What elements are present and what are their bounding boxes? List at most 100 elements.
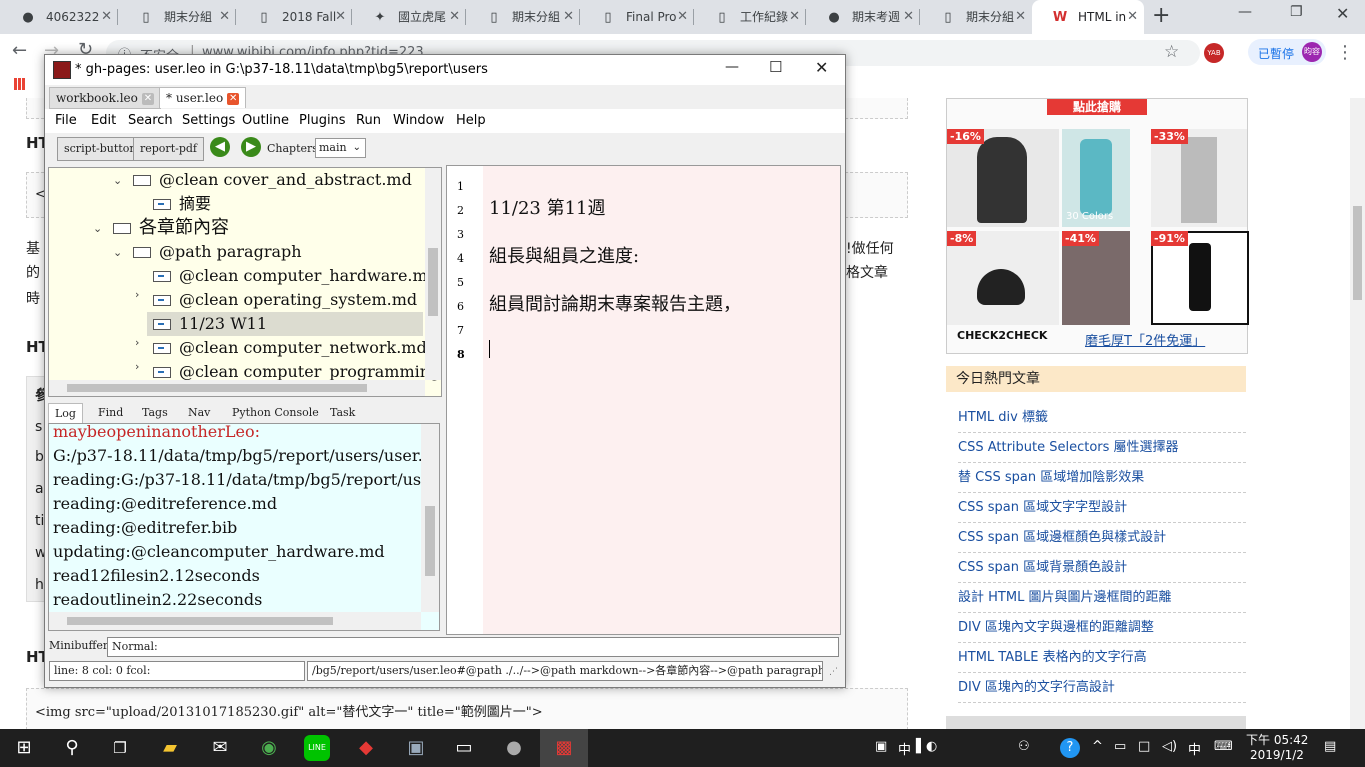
ime-mode-icon[interactable]: ▌◐ bbox=[916, 739, 937, 754]
close-window-icon[interactable]: ✕ bbox=[1336, 4, 1349, 23]
chevron-up-icon[interactable]: ^ bbox=[1092, 739, 1103, 754]
close-icon[interactable]: ✕ bbox=[141, 92, 154, 105]
outline-node[interactable]: @clean cover_and_abstract.md bbox=[133, 168, 412, 192]
chevron-right-icon[interactable]: › bbox=[135, 360, 139, 373]
log-pane[interactable]: maybeopeninanotherLeo: G:/p37-18.11/data… bbox=[48, 423, 440, 631]
menu-window[interactable]: Window bbox=[393, 113, 444, 128]
browser-tab[interactable]: ▯ 工作紀錄 ✕ bbox=[694, 0, 806, 34]
hot-article-link[interactable]: CSS span 區域邊框顏色與樣式設計 bbox=[958, 523, 1246, 553]
browser-tab[interactable]: ▯ 期末分組 ✕ bbox=[920, 0, 1032, 34]
log-hscrollbar[interactable] bbox=[49, 612, 421, 630]
search-icon[interactable]: ⚲ bbox=[58, 734, 86, 762]
notifications-icon[interactable]: ▤ bbox=[1324, 739, 1336, 754]
back-icon[interactable]: ← bbox=[12, 40, 27, 61]
file-explorer-icon[interactable]: ▰ bbox=[156, 734, 184, 762]
outline-node[interactable]: 各章節內容 bbox=[113, 216, 229, 240]
ad-banner[interactable] bbox=[946, 716, 1246, 729]
mail-icon[interactable]: ✉ bbox=[206, 734, 234, 762]
close-icon[interactable]: ✕ bbox=[789, 0, 800, 34]
menu-search[interactable]: Search bbox=[128, 113, 173, 128]
scrollbar-thumb[interactable] bbox=[67, 384, 367, 392]
menu-run[interactable]: Run bbox=[356, 113, 381, 128]
close-icon[interactable]: ✕ bbox=[1015, 0, 1026, 34]
new-tab-button[interactable]: + bbox=[1152, 3, 1170, 28]
hot-article-link[interactable]: 設計 HTML 圖片與圖片邊框間的距離 bbox=[958, 583, 1246, 613]
scrollbar-thumb[interactable] bbox=[425, 506, 435, 576]
minimize-icon[interactable]: — bbox=[1238, 4, 1252, 20]
report-pdf-button[interactable]: report-pdf bbox=[133, 137, 204, 161]
sphere-icon[interactable]: ● bbox=[500, 734, 528, 762]
app-gray-icon[interactable]: ▣ bbox=[402, 734, 430, 762]
apps-icon[interactable] bbox=[14, 78, 26, 90]
browser-tab[interactable]: ● 4062322 ✕ bbox=[0, 0, 118, 34]
chapters-select[interactable]: main ⌄ bbox=[315, 138, 366, 158]
menu-edit[interactable]: Edit bbox=[91, 113, 116, 128]
volume-icon[interactable]: ◁) bbox=[1162, 739, 1177, 754]
outline-node[interactable]: @clean computer_network.md bbox=[153, 336, 427, 360]
outline-node[interactable]: 摘要 bbox=[153, 192, 211, 216]
browser-tab-active[interactable]: W HTML in ✕ bbox=[1032, 0, 1144, 34]
leo-file-tab-active[interactable]: * user.leo ✕ bbox=[159, 87, 247, 108]
minimize-icon[interactable]: — bbox=[725, 59, 739, 75]
scrollbar-thumb[interactable] bbox=[67, 617, 333, 625]
minibuffer-input[interactable]: Normal: bbox=[107, 637, 839, 657]
outline-node-selected[interactable]: 11/23 W11 bbox=[153, 312, 267, 336]
forward-arrow-icon[interactable]: ▶ bbox=[241, 137, 261, 157]
outline-vscrollbar[interactable] bbox=[425, 168, 441, 380]
terminal-icon[interactable]: ▭ bbox=[450, 734, 478, 762]
chevron-down-icon[interactable]: ⌄ bbox=[113, 246, 122, 259]
page-scrollbar[interactable] bbox=[1350, 98, 1365, 729]
browser-tab[interactable]: ✦ 國立虎尾 ✕ bbox=[352, 0, 466, 34]
tab-log[interactable]: Log bbox=[48, 403, 83, 423]
monitor-icon[interactable]: □ bbox=[1138, 739, 1150, 754]
clock-date[interactable]: 2019/1/2 bbox=[1250, 748, 1304, 762]
close-icon[interactable]: ✕ bbox=[101, 0, 112, 34]
windows-start-icon[interactable]: ⊞ bbox=[10, 734, 38, 762]
browser-tab[interactable]: ▯ 期末分組 ✕ bbox=[118, 0, 236, 34]
ad-buy-button[interactable]: 點此搶購 bbox=[1047, 99, 1147, 115]
hot-article-link[interactable]: CSS Attribute Selectors 屬性選擇器 bbox=[958, 433, 1246, 463]
close-icon[interactable]: ✕ bbox=[677, 0, 688, 34]
scrollbar-thumb[interactable] bbox=[1353, 206, 1362, 300]
network-icon[interactable]: ▭ bbox=[1114, 739, 1126, 754]
chevron-right-icon[interactable]: › bbox=[135, 336, 139, 349]
hot-article-link[interactable]: DIV 區塊內的文字行高設計 bbox=[958, 673, 1246, 703]
clock-time[interactable]: 下午 05:42 bbox=[1246, 731, 1308, 748]
chevron-down-icon[interactable]: ⌄ bbox=[113, 174, 122, 187]
body-editor[interactable]: 1 2 3 4 5 6 7 8 11/23 第11週 組長與組員之進度: 組員間… bbox=[446, 165, 841, 635]
menu-file[interactable]: File bbox=[55, 113, 77, 128]
tab-find[interactable]: Find bbox=[92, 403, 129, 422]
close-icon[interactable]: ✕ bbox=[449, 0, 460, 34]
line-icon[interactable]: LINE bbox=[304, 735, 330, 761]
browser-tab[interactable]: ▯ 2018 Fall ✕ bbox=[236, 0, 352, 34]
chevron-down-icon[interactable]: ⌄ bbox=[93, 222, 102, 235]
restore-icon[interactable]: ❐ bbox=[1290, 4, 1303, 20]
close-icon[interactable]: ✕ bbox=[227, 92, 240, 105]
task-view-icon[interactable]: ❐ bbox=[106, 734, 134, 762]
paused-sync-button[interactable]: 已暫停 昀容 bbox=[1248, 39, 1326, 65]
ime-indicator[interactable]: 中 bbox=[898, 739, 911, 758]
back-arrow-icon[interactable]: ◀ bbox=[210, 137, 230, 157]
outline-pane[interactable]: ⌄ @clean cover_and_abstract.md 摘要 ⌄ 各章節內… bbox=[48, 167, 442, 397]
ad-link[interactable]: 磨毛厚T「2件免運」 bbox=[1085, 330, 1205, 349]
hot-article-link[interactable]: 替 CSS span 區域增加陰影效果 bbox=[958, 463, 1246, 493]
close-icon[interactable]: ✕ bbox=[563, 0, 574, 34]
keyboard-icon[interactable]: ⌨ bbox=[1214, 739, 1233, 754]
menu-outline[interactable]: Outline bbox=[242, 113, 289, 128]
extension-icon[interactable]: YAB bbox=[1204, 43, 1224, 63]
product-image[interactable]: 30 Colors bbox=[1062, 129, 1130, 227]
tab-tags[interactable]: Tags bbox=[136, 403, 174, 422]
chrome-icon[interactable]: ◉ bbox=[255, 734, 283, 762]
outline-hscrollbar[interactable] bbox=[49, 380, 425, 396]
menu-icon[interactable]: ⋮ bbox=[1336, 42, 1354, 63]
tab-python-console[interactable]: Python Console bbox=[226, 403, 325, 422]
menu-help[interactable]: Help bbox=[456, 113, 486, 128]
close-window-icon[interactable]: ✕ bbox=[815, 58, 828, 77]
app-red-icon[interactable]: ◆ bbox=[352, 734, 380, 762]
outline-node[interactable]: @path paragraph bbox=[133, 240, 302, 264]
tray-icon[interactable]: ▣ bbox=[875, 739, 887, 754]
close-icon[interactable]: ✕ bbox=[903, 0, 914, 34]
tab-task[interactable]: Task bbox=[324, 403, 361, 422]
ime-indicator[interactable]: 中 bbox=[1188, 739, 1201, 758]
browser-tab[interactable]: ● 期末考週 ✕ bbox=[806, 0, 920, 34]
